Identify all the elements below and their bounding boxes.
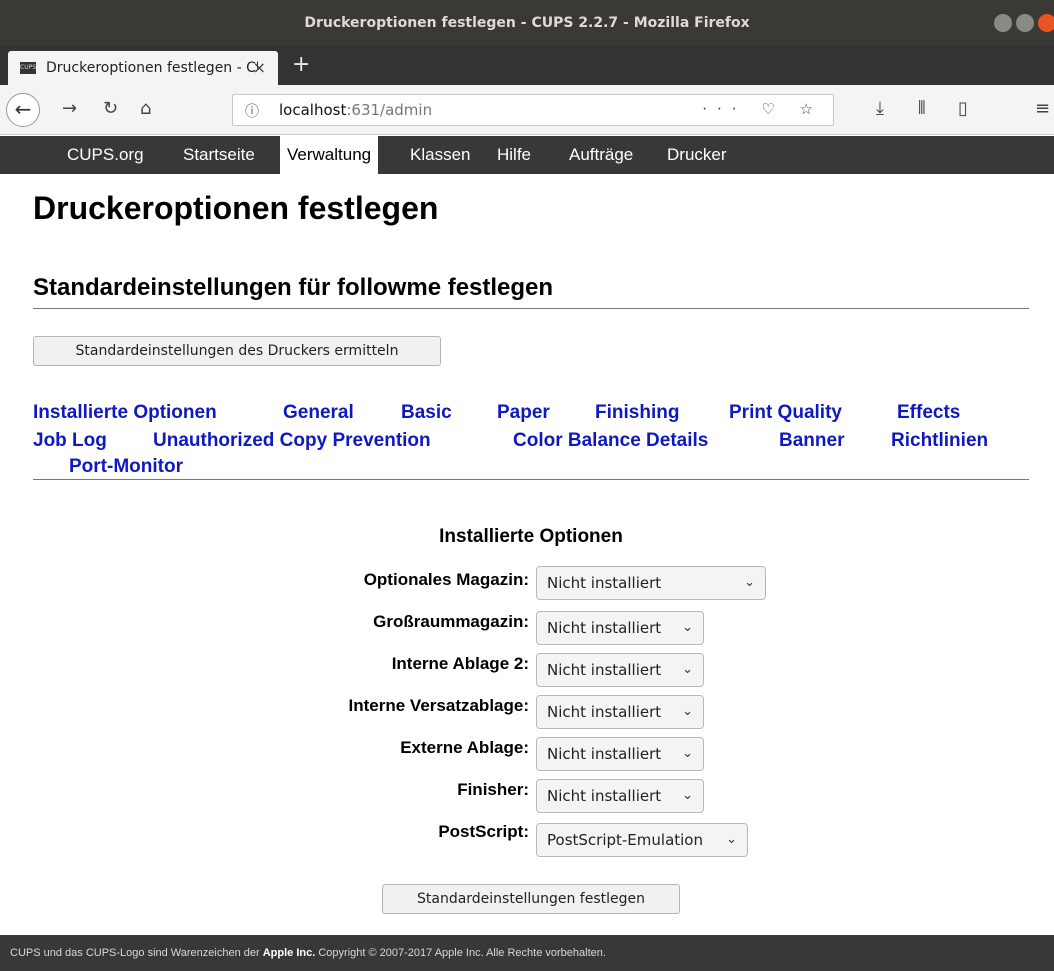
tab-port-monitor[interactable]: Port-Monitor [69,456,183,478]
url-bar[interactable]: ⓘ localhost:631/admin ··· ♡ ☆ [232,94,834,126]
footer-copyright: Copyright © 2007-2017 Apple Inc. Alle Re… [315,947,606,959]
sidebar-icon[interactable]: ▯ [958,98,968,119]
reload-icon[interactable]: ↻ [103,98,118,119]
window-titlebar: Druckeroptionen festlegen - CUPS 2.2.7 -… [0,0,1054,45]
chevron-down-icon: ⌄ [682,662,693,677]
chevron-down-icon: ⌄ [744,575,755,590]
window-title: Druckeroptionen festlegen - CUPS 2.2.7 -… [304,15,750,31]
tab-effects[interactable]: Effects [897,402,960,424]
installed-options-title: Installierte Optionen [439,526,623,547]
query-defaults-button[interactable]: Standardeinstellungen des Druckers ermit… [33,336,441,366]
back-icon[interactable]: ← [6,93,40,127]
tab-installierte-optionen[interactable]: Installierte Optionen [33,402,217,424]
select-finisher[interactable]: Nicht installiert ⌄ [536,779,704,813]
select-grossraummagazin[interactable]: Nicht installiert ⌄ [536,611,704,645]
tab-paper[interactable]: Paper [497,402,550,424]
nav-startseite[interactable]: Startseite [176,136,262,174]
new-tab-button[interactable]: + [292,52,310,77]
chevron-down-icon: ⌄ [682,704,693,719]
option-label-finisher: Finisher: [457,780,529,799]
footer-company: Apple Inc. [262,947,316,959]
download-icon[interactable]: ⤓ [876,98,884,119]
option-tabs: Installierte Optionen General Basic Pape… [33,402,1029,480]
chevron-down-icon: ⌄ [682,746,693,761]
option-label-externe-ablage: Externe Ablage: [400,738,529,757]
tab-richtlinien[interactable]: Richtlinien [891,430,988,452]
tab-unauthorized-copy-prevention[interactable]: Unauthorized Copy Prevention [153,430,431,452]
close-window-button[interactable] [1038,14,1054,32]
tab-banner[interactable]: Banner [779,430,844,452]
chevron-down-icon: ⌄ [682,788,693,803]
url-text[interactable]: localhost:631/admin [279,101,432,119]
select-interne-versatzablage[interactable]: Nicht installiert ⌄ [536,695,704,729]
option-label-postscript: PostScript: [438,822,529,841]
close-tab-icon[interactable]: × [253,58,266,77]
tab-basic[interactable]: Basic [401,402,452,424]
nav-cups-org[interactable]: CUPS.org [60,136,151,174]
cups-favicon-icon: CUPS [20,62,36,74]
tab-color-balance-details[interactable]: Color Balance Details [513,430,708,452]
home-icon[interactable]: ⌂ [140,98,151,119]
forward-icon[interactable]: → [62,98,77,119]
navigation-toolbar: ← → ↻ ⌂ ⓘ localhost:631/admin ··· ♡ ☆ ⤓ … [0,85,1054,135]
select-optionales-magazin[interactable]: Nicht installiert ⌄ [536,566,766,600]
option-label-interne-ablage-2: Interne Ablage 2: [391,654,529,673]
option-label-interne-versatzablage: Interne Versatzablage: [348,696,529,715]
section-heading: Standardeinstellungen für followme festl… [33,274,1029,309]
option-label-grossraummagazin: Großraummagazin: [373,612,529,631]
library-icon[interactable]: ⫴ [918,98,926,119]
browser-tab[interactable]: CUPS Druckeroptionen festlegen - CUPS 2.… [8,51,278,85]
option-label-optionales-magazin: Optionales Magazin: [363,570,529,589]
tab-print-quality[interactable]: Print Quality [729,402,842,424]
maximize-window-button[interactable] [1016,14,1034,32]
nav-auftraege[interactable]: Aufträge [562,136,640,174]
nav-drucker[interactable]: Drucker [660,136,734,174]
tab-finishing[interactable]: Finishing [595,402,679,424]
chevron-down-icon: ⌄ [682,620,693,635]
footer-text: CUPS und das CUPS-Logo sind Warenzeichen… [10,947,263,959]
select-postscript[interactable]: PostScript-Emulation ⌄ [536,823,748,857]
tab-title: Druckeroptionen festlegen - CUPS 2.2.7 [46,60,258,76]
cups-navigation: CUPS.org Startseite Verwaltung Klassen H… [0,136,1054,174]
select-interne-ablage-2[interactable]: Nicht installiert ⌄ [536,653,704,687]
page-title: Druckeroptionen festlegen [33,190,439,226]
menu-icon[interactable]: ≡ [1035,98,1050,119]
info-icon[interactable]: ⓘ [245,101,259,121]
tab-strip: CUPS Druckeroptionen festlegen - CUPS 2.… [0,45,1054,85]
nav-klassen[interactable]: Klassen [403,136,477,174]
page-actions-icons[interactable]: ··· ♡ ☆ [702,100,823,118]
minimize-window-button[interactable] [994,14,1012,32]
nav-hilfe[interactable]: Hilfe [490,136,538,174]
tab-general[interactable]: General [283,402,354,424]
set-defaults-button[interactable]: Standardeinstellungen festlegen [382,884,680,914]
page-footer: CUPS und das CUPS-Logo sind Warenzeichen… [0,935,1054,971]
tab-job-log[interactable]: Job Log [33,430,107,452]
chevron-down-icon: ⌄ [726,832,737,847]
nav-verwaltung[interactable]: Verwaltung [280,136,379,174]
select-externe-ablage[interactable]: Nicht installiert ⌄ [536,737,704,771]
